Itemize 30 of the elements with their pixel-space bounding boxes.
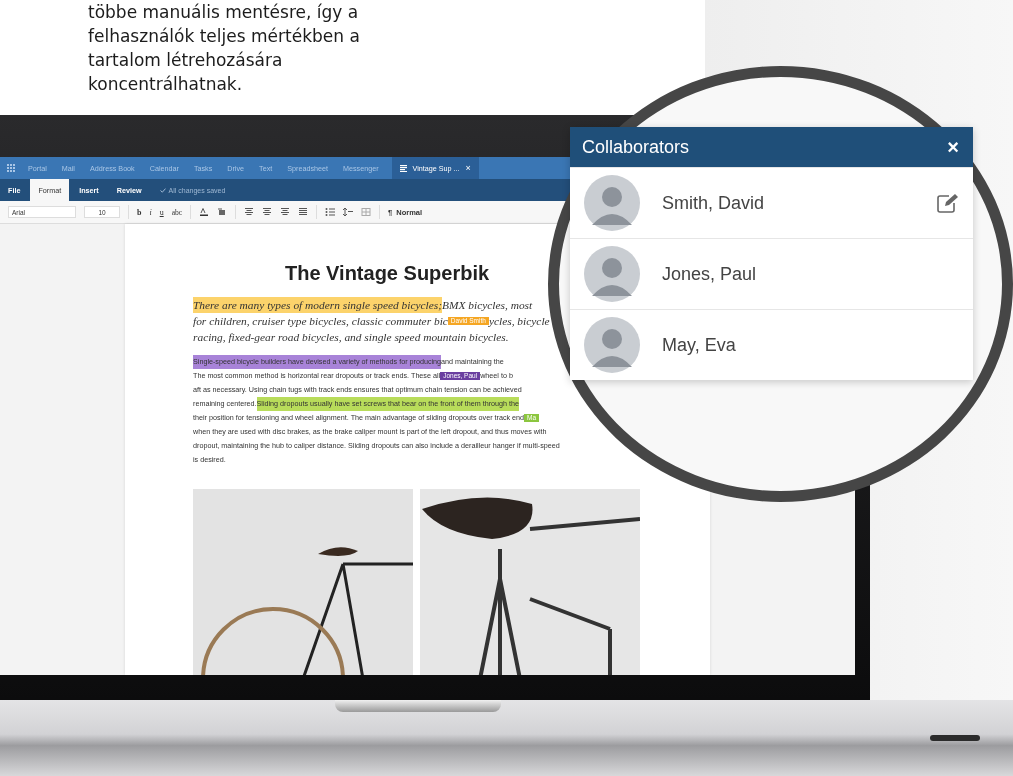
laptop-slot bbox=[930, 735, 980, 741]
app-grid-icon[interactable] bbox=[7, 164, 15, 172]
highlight-icon[interactable] bbox=[217, 208, 228, 216]
edit-icon[interactable] bbox=[937, 193, 959, 213]
list-icon[interactable] bbox=[325, 208, 336, 216]
format-button[interactable]: i bbox=[149, 207, 152, 217]
document-title: The Vintage Superbik bbox=[285, 261, 490, 285]
panel-title: Collaborators bbox=[582, 136, 690, 158]
justify-icon[interactable] bbox=[298, 208, 309, 216]
collaborator-name[interactable]: May, Eva bbox=[662, 334, 959, 356]
close-button[interactable]: × bbox=[947, 135, 959, 159]
avatar-icon bbox=[584, 317, 640, 373]
document-icon bbox=[399, 164, 407, 172]
collaborator-name[interactable]: Jones, Paul bbox=[662, 263, 959, 285]
check-icon bbox=[159, 187, 166, 193]
spacing-icon[interactable] bbox=[343, 208, 354, 216]
align-right-icon[interactable] bbox=[280, 208, 291, 216]
collaborator-name[interactable]: Smith, David bbox=[662, 192, 915, 214]
document-text: BMX bicycles, most bbox=[442, 298, 533, 313]
format-button[interactable]: b bbox=[137, 207, 142, 217]
text-color-icon[interactable] bbox=[199, 208, 210, 216]
align-center-icon[interactable] bbox=[262, 208, 273, 216]
intro-paragraph: többe manuális mentésre, így a felhasználók teljes mértékben a tartalom létrehozására koncentrálhatnak. bbox=[88, 1, 360, 96]
close-tab-button[interactable]: × bbox=[465, 163, 471, 173]
document-text: racing, fixed-gear road bicycles, and single speed mountain bicycles. bbox=[193, 330, 509, 345]
avatar-icon bbox=[584, 246, 640, 302]
align-left-icon[interactable] bbox=[244, 208, 255, 216]
format-button[interactable]: u bbox=[159, 207, 164, 217]
avatar-icon bbox=[584, 175, 640, 231]
document-text: for children, cruiser type bicycles, classic commuter bic bbox=[193, 314, 448, 329]
